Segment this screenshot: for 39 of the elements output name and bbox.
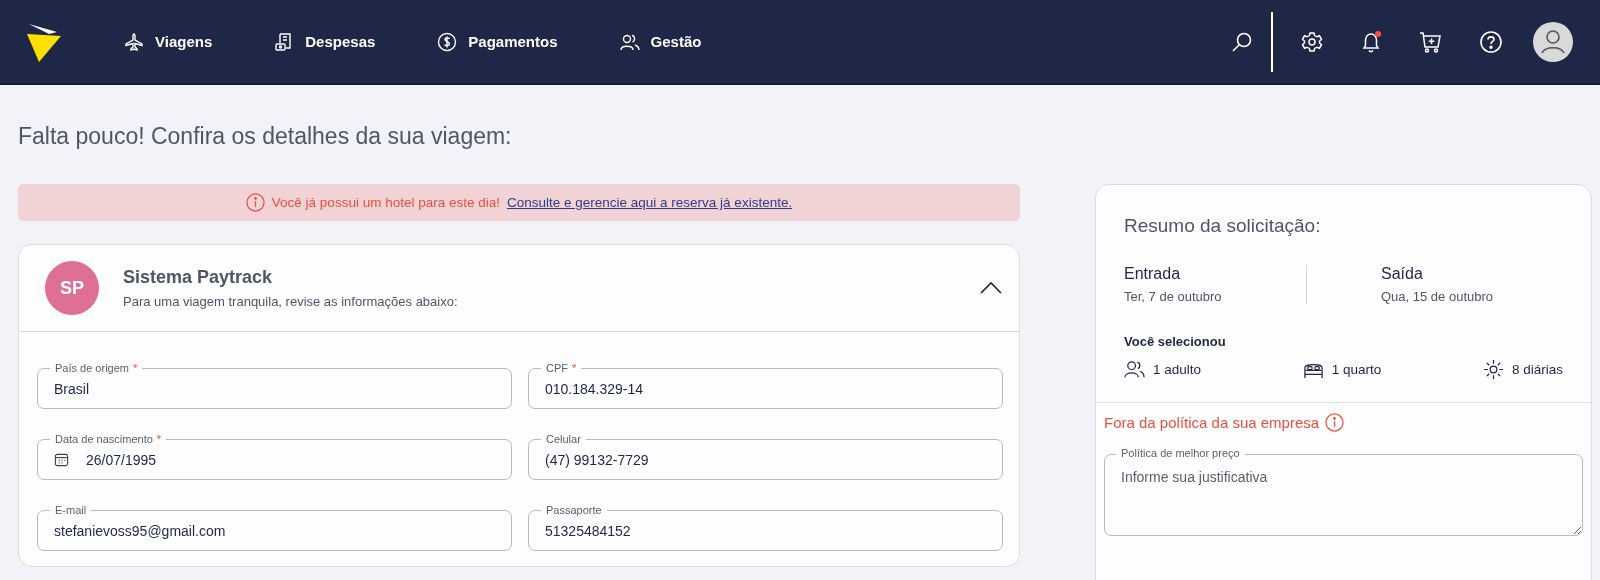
- info-icon: [245, 193, 265, 212]
- policy-warning: Fora da política da sua empresa: [1104, 414, 1320, 431]
- selection-label: Você selecionou: [1124, 334, 1227, 349]
- nav-link[interactable]: Viagens: [124, 31, 213, 52]
- avatar-icon[interactable]: [1533, 21, 1573, 62]
- traveler-name: Sistema Paytrack: [123, 267, 274, 288]
- field-label: Passaporte: [541, 503, 607, 517]
- people-icon: [1124, 359, 1145, 380]
- selection-value: 1 adulto: [1153, 362, 1202, 377]
- airplane-icon: [124, 31, 144, 52]
- selection-value: 1 quarto: [1331, 362, 1382, 377]
- selection-value: 8 diárias: [1511, 362, 1563, 377]
- traveler-subtitle: Para uma viagem tranquila, revise as informações abaixo:: [123, 294, 459, 309]
- field-label: E-mail: [50, 503, 92, 517]
- checkout-label: Saída: [1381, 265, 1424, 283]
- nav-link[interactable]: Pagamentos: [437, 31, 558, 52]
- chevron-up-icon[interactable]: [979, 281, 1003, 295]
- help-icon[interactable]: [1479, 29, 1503, 54]
- checkin-label: Entrada: [1124, 265, 1182, 283]
- field-label: Data de nascimento *: [50, 432, 167, 446]
- nav-link[interactable]: Despesas: [274, 31, 376, 52]
- checkout-date: Qua, 15 de outubro: [1381, 289, 1495, 304]
- reservation-link[interactable]: Consulte e gerencie aqui a reserva já existente.: [507, 195, 793, 210]
- dollar-icon: [437, 31, 458, 52]
- settings-icon[interactable]: [1301, 30, 1323, 53]
- sun-icon: [1482, 359, 1504, 380]
- field-label: CPF *: [541, 361, 582, 375]
- info-icon[interactable]: [1325, 413, 1345, 432]
- page-title: Falta pouco! Confira os detalhes da sua viagem:: [18, 123, 513, 150]
- nav-link[interactable]: Gestão: [619, 31, 702, 52]
- checkin-date: Ter, 7 de outubro: [1124, 289, 1223, 304]
- cart-plus-icon[interactable]: [1419, 29, 1443, 54]
- initials-avatar: SP: [45, 261, 99, 315]
- field-label: País de origem *: [50, 361, 143, 375]
- field-label: Celular: [541, 432, 586, 446]
- search-icon[interactable]: [1231, 30, 1253, 53]
- summary-title: Resumo da solicitação:: [1124, 215, 1322, 237]
- calendar-icon[interactable]: [54, 452, 69, 467]
- alert-message: Você já possui um hotel para este dia!: [271, 195, 500, 210]
